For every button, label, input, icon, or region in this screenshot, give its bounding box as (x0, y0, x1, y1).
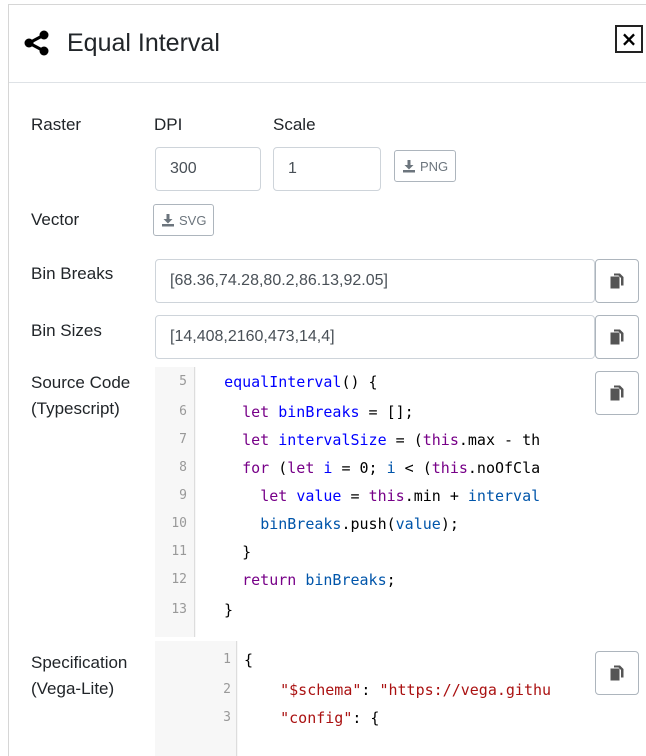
line-number: 13 (171, 602, 187, 617)
download-svg-button[interactable]: SVG (153, 204, 215, 236)
source-code-label-line2: (Typescript) (31, 399, 120, 418)
download-icon (162, 214, 174, 227)
code-line: "config": { (280, 709, 380, 727)
line-number: 9 (179, 488, 187, 503)
line-number: 6 (179, 404, 187, 419)
raster-label: Raster (31, 115, 82, 134)
bin-breaks-field[interactable]: [68.36,74.28,80.2,86.13,92.05] (155, 259, 595, 303)
copy-icon (610, 665, 624, 681)
bin-sizes-label: Bin Sizes (31, 321, 102, 340)
line-number: 12 (171, 572, 187, 587)
specification-label-line1: Specification (31, 653, 128, 672)
code-line: for (let i = 0; i < (this.noOfCla (242, 459, 541, 477)
dpi-label: DPI (154, 115, 183, 134)
download-icon (403, 160, 415, 173)
close-button[interactable]: × (615, 25, 643, 53)
specification-content: { "$schema": "https://vega.githu "config… (238, 641, 646, 756)
download-png-button[interactable]: PNG (394, 150, 457, 182)
visualization-panel: Equal Interval × Raster DPI Scale 300 1 … (8, 4, 646, 756)
line-number: 5 (179, 374, 187, 389)
code-line: } (206, 543, 252, 561)
code-line: binBreaks.push(value); (260, 515, 459, 533)
source-code-gutter: 5 6 7 8 9 10 11 12 13 (155, 367, 195, 637)
code-line: return binBreaks; (242, 571, 396, 589)
bin-breaks-label: Bin Breaks (31, 264, 114, 283)
copy-specification-button[interactable] (595, 651, 639, 695)
scale-label: Scale (273, 115, 316, 134)
line-number: 11 (171, 544, 187, 559)
code-line: "$schema": "https://vega.githu (280, 681, 552, 699)
panel-title: Equal Interval (67, 29, 220, 57)
svg-button-label: SVG (179, 212, 207, 228)
line-number: 10 (171, 516, 187, 531)
copy-bin-breaks-button[interactable] (595, 259, 639, 303)
line-number: 1 (223, 652, 231, 667)
line-number: 2 (223, 682, 231, 697)
scale-input[interactable]: 1 (273, 147, 381, 191)
specification-label-line2: (Vega-Lite) (31, 679, 115, 698)
code-line: let value = this.min + interval (260, 487, 541, 505)
specification-editor[interactable]: 1 2 3 { "$schema": "https://vega.githu "… (155, 641, 646, 756)
line-number: 8 (179, 460, 187, 475)
panel-header: Equal Interval × (9, 5, 646, 83)
copy-bin-sizes-button[interactable] (595, 315, 639, 359)
code-line: equalInterval() { (224, 373, 378, 391)
share-icon[interactable] (23, 29, 51, 57)
source-code-label-line1: Source Code (31, 373, 131, 392)
copy-icon (610, 385, 624, 401)
vector-label: Vector (31, 210, 80, 229)
copy-icon (610, 273, 624, 289)
source-code-content: equalInterval() { let binBreaks = []; le… (196, 367, 646, 637)
code-line: let binBreaks = []; (242, 403, 414, 421)
copy-icon (610, 329, 624, 345)
code-line: let intervalSize = (this.max - th (242, 431, 541, 449)
code-line: } (206, 601, 234, 619)
bin-sizes-field[interactable]: [14,408,2160,473,14,4] (155, 315, 595, 359)
line-number: 7 (179, 432, 187, 447)
code-line: { (244, 651, 254, 669)
dpi-input[interactable]: 300 (155, 147, 261, 191)
png-button-label: PNG (420, 158, 449, 174)
source-code-editor[interactable]: 5 6 7 8 9 10 11 12 13 equalInterval() { … (155, 367, 646, 637)
specification-gutter: 1 2 3 (155, 641, 237, 756)
copy-source-code-button[interactable] (595, 371, 639, 415)
line-number: 3 (223, 710, 231, 725)
